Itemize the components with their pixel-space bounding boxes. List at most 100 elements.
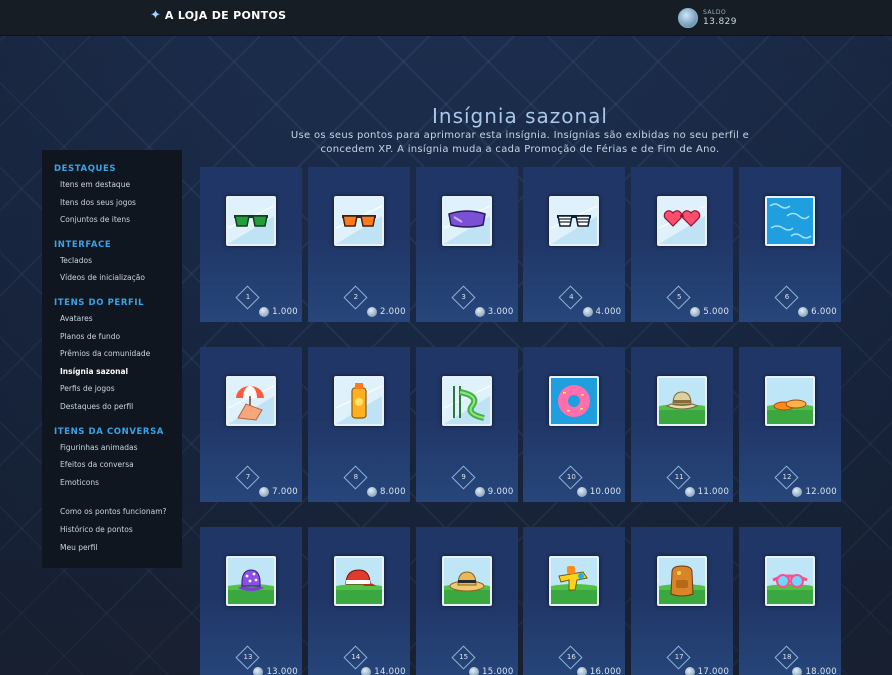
sidebar-section-header: ITENS DA CONVERSA [54, 426, 164, 437]
badge-level-number: 6 [784, 293, 790, 301]
badge-level-number: 17 [674, 653, 684, 661]
badge-level-number: 15 [459, 653, 469, 661]
points-coin-icon [792, 487, 803, 497]
sidebar-item-teclados[interactable]: Teclados [42, 252, 182, 270]
badge-level-number: 5 [676, 293, 682, 301]
badge-card[interactable]: 5 5.000 [631, 167, 734, 322]
badge-card[interactable]: 17 17.000 [631, 527, 734, 675]
badge-price: 7.000 [259, 487, 298, 497]
purple-polka-hat-icon [226, 556, 276, 606]
badge-card[interactable]: 2 2.000 [307, 167, 410, 322]
bucket-hat-icon [657, 376, 708, 426]
points-coin-icon [361, 667, 372, 675]
badge-price-value: 10.000 [589, 487, 622, 497]
badge-price: 13.000 [253, 667, 298, 675]
points-balance: SALDO 13.829 [678, 8, 737, 28]
beach-chair-umbrella-icon [226, 376, 276, 426]
balance-value: 13.829 [703, 16, 737, 27]
badge-price: 15.000 [469, 667, 514, 675]
sidebar-item-conjuntos-de-itens[interactable]: Conjuntos de itens [42, 211, 182, 229]
badge-price: 1.000 [259, 307, 298, 317]
sidebar-item-planos-de-fundo[interactable]: Planos de fundo [42, 328, 182, 346]
badge-price-value: 8.000 [379, 487, 406, 497]
badge-level-number: 18 [782, 653, 792, 661]
badge-card[interactable]: 7 7.000 [200, 347, 302, 502]
badge-card[interactable]: 16 16.000 [523, 527, 626, 675]
points-coin-icon [684, 667, 695, 675]
sidebar-item-avatares[interactable]: Avatares [42, 310, 182, 328]
badge-level-number: 2 [353, 293, 359, 301]
sidebar-item-perfis-de-jogos[interactable]: Perfis de jogos [42, 380, 182, 398]
sidebar-item-insignia-sazonal[interactable]: Insígnia sazonal [42, 363, 182, 381]
badge-level-number: 7 [245, 473, 251, 481]
sidebar-item-destaques-do-perfil[interactable]: Destaques do perfil [42, 398, 182, 416]
badge-card[interactable]: 4 4.000 [523, 167, 626, 322]
purple-visor-sunglasses-icon [441, 196, 492, 246]
points-coin-icon [474, 307, 485, 317]
badge-card[interactable]: 10 10.000 [523, 347, 626, 502]
badge-level-number: 4 [569, 293, 574, 301]
badge-price: 2.000 [366, 307, 406, 317]
badge-price: 12.000 [792, 487, 837, 497]
store-logo[interactable]: ✦ A LOJA DE PONTOS [150, 9, 286, 22]
badge-card[interactable]: 18 18.000 [739, 527, 841, 675]
badge-price-value: 4.000 [595, 307, 622, 317]
badge-level-number: 8 [353, 473, 359, 481]
badge-card[interactable]: 1 1.000 [200, 167, 302, 322]
sidebar-link-como-os-pontos-funcionam[interactable]: Como os pontos funcionam? [42, 503, 182, 521]
sidebar-item-itens-dos-seus-jogos[interactable]: Itens dos seus jogos [42, 194, 182, 212]
badge-card[interactable]: 12 12.000 [739, 347, 841, 502]
badge-card[interactable]: 6 6.000 [739, 167, 841, 322]
balance-label: SALDO [703, 8, 727, 16]
shutter-shades-icon [549, 196, 600, 246]
points-coin-icon [366, 307, 377, 317]
badge-level-number: 12 [782, 473, 792, 481]
sidebar-item-emoticons[interactable]: Emoticons [42, 474, 182, 492]
sidebar: DESTAQUES Itens em destaque Itens dos seus… [42, 150, 182, 568]
badge-price: 10.000 [576, 487, 622, 497]
badge-price-value: 2.000 [379, 307, 406, 317]
badge-card[interactable]: 14 14.000 [307, 527, 410, 675]
badge-card[interactable]: 15 15.000 [415, 527, 518, 675]
heart-sunglasses-icon [657, 196, 708, 246]
green-sunglasses-icon [226, 196, 276, 246]
badge-price-value: 12.000 [805, 487, 837, 497]
badge-level-number: 1 [245, 293, 251, 301]
badge-price: 6.000 [798, 307, 837, 317]
points-coin-icon [259, 307, 270, 317]
badge-card[interactable]: 11 11.000 [631, 347, 734, 502]
badge-card[interactable]: 13 13.000 [200, 527, 302, 675]
badge-price: 14.000 [361, 667, 406, 675]
red-cap-icon [333, 556, 384, 606]
page-description: Use os seus pontos para aprimorar esta i… [290, 130, 750, 155]
points-coin-icon [469, 667, 480, 675]
pink-donut-float-icon [549, 376, 600, 426]
badge-card[interactable]: 8 8.000 [307, 347, 410, 502]
sidebar-item-videos-de-inicializacao[interactable]: Vídeos de inicialização [42, 269, 182, 287]
badge-level-number: 10 [566, 473, 576, 481]
sidebar-link-historico-de-pontos[interactable]: Histórico de pontos [42, 521, 182, 539]
swim-goggles-icon [765, 556, 815, 606]
points-coin-icon [690, 307, 701, 317]
badge-price-value: 15.000 [482, 667, 514, 675]
backpack-icon [657, 556, 708, 606]
points-coin-icon [366, 487, 377, 497]
sidebar-item-efeitos-da-conversa[interactable]: Efeitos da conversa [42, 456, 182, 474]
sidebar-link-meu-perfil[interactable]: Meu perfil [42, 539, 182, 557]
sparkle-icon: ✦ [150, 8, 161, 23]
points-coin-icon [576, 667, 587, 675]
badge-card[interactable]: 9 9.000 [415, 347, 518, 502]
sidebar-item-figurinhas-animadas[interactable]: Figurinhas animadas [42, 439, 182, 457]
badge-price-value: 6.000 [811, 307, 837, 317]
badge-price: 3.000 [474, 307, 514, 317]
sidebar-item-premios-da-comunidade[interactable]: Prêmios da comunidade [42, 345, 182, 363]
sidebar-section-header: INTERFACE [54, 239, 112, 250]
points-coin-icon [253, 667, 264, 675]
sidebar-section-header: ITENS DO PERFIL [54, 297, 145, 308]
sidebar-item-itens-em-destaque[interactable]: Itens em destaque [42, 176, 182, 194]
store-logo-text: A LOJA DE PONTOS [164, 9, 287, 22]
badge-card[interactable]: 3 3.000 [415, 167, 518, 322]
